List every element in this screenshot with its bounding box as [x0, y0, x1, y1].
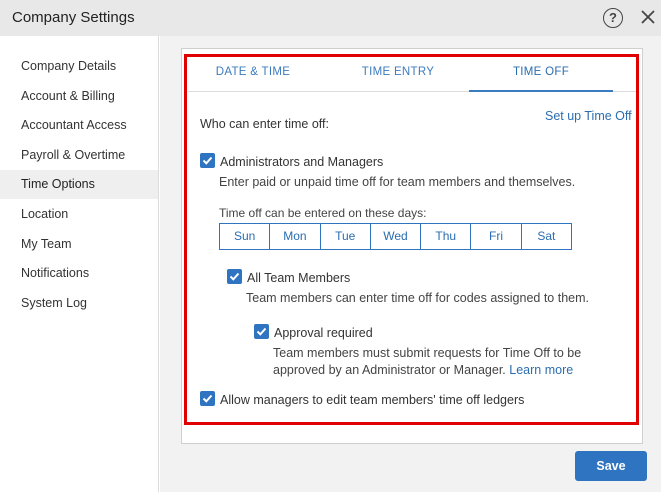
- edit-ledgers-label: Allow managers to edit team members' tim…: [220, 393, 525, 407]
- admins-managers-description: Enter paid or unpaid time off for team m…: [219, 175, 576, 189]
- checkmark-icon: [202, 394, 213, 403]
- approval-description-line1: Team members must submit requests for Ti…: [273, 346, 582, 360]
- all-team-members-label: All Team Members: [247, 271, 351, 285]
- all-team-members-checkbox[interactable]: [227, 269, 242, 284]
- day-tue[interactable]: Tue: [321, 224, 371, 249]
- day-fri[interactable]: Fri: [471, 224, 522, 249]
- window-title: Company Settings: [12, 9, 135, 26]
- sidebar-item-system-log[interactable]: System Log: [0, 289, 158, 318]
- all-team-members-description: Team members can enter time off for code…: [246, 291, 589, 305]
- sidebar-item-my-team[interactable]: My Team: [0, 230, 158, 259]
- day-mon[interactable]: Mon: [270, 224, 321, 249]
- sidebar-item-notifications[interactable]: Notifications: [0, 259, 158, 288]
- tab-bar: DATE & TIME TIME ENTRY TIME OFF: [188, 58, 638, 92]
- approval-required-checkbox[interactable]: [254, 324, 269, 339]
- save-button[interactable]: Save: [575, 451, 647, 481]
- day-wed[interactable]: Wed: [371, 224, 422, 249]
- checkmark-icon: [229, 272, 240, 281]
- checkmark-icon: [256, 327, 267, 336]
- help-icon[interactable]: ?: [603, 8, 623, 28]
- days-selector: Sun Mon Tue Wed Thu Fri Sat: [219, 223, 572, 250]
- sidebar-item-time-options[interactable]: Time Options: [0, 170, 158, 199]
- sidebar-item-account-billing[interactable]: Account & Billing: [0, 82, 158, 111]
- admins-managers-checkbox[interactable]: [200, 153, 215, 168]
- approval-required-label: Approval required: [274, 326, 373, 340]
- approval-description-line2: approved by an Administrator or Manager.…: [273, 363, 574, 377]
- learn-more-link[interactable]: Learn more: [509, 363, 573, 377]
- checkmark-icon: [202, 156, 213, 165]
- days-label: Time off can be entered on these days:: [219, 206, 427, 220]
- tab-date-time[interactable]: DATE & TIME: [188, 58, 318, 92]
- tab-time-entry[interactable]: TIME ENTRY: [333, 58, 463, 92]
- day-thu[interactable]: Thu: [421, 224, 472, 249]
- day-sat[interactable]: Sat: [522, 224, 571, 249]
- sidebar-item-location[interactable]: Location: [0, 200, 158, 229]
- sidebar: Company Details Account & Billing Accoun…: [0, 36, 159, 492]
- sidebar-item-company-details[interactable]: Company Details: [0, 52, 158, 81]
- title-bar: Company Settings ?: [0, 0, 661, 36]
- who-can-enter-label: Who can enter time off:: [200, 117, 329, 131]
- close-icon[interactable]: [638, 7, 658, 27]
- day-sun[interactable]: Sun: [220, 224, 271, 249]
- tab-time-off[interactable]: TIME OFF: [469, 58, 613, 92]
- sidebar-item-payroll-overtime[interactable]: Payroll & Overtime: [0, 141, 158, 170]
- setup-time-off-link[interactable]: Set up Time Off: [545, 109, 632, 123]
- edit-ledgers-checkbox[interactable]: [200, 391, 215, 406]
- sidebar-item-accountant-access[interactable]: Accountant Access: [0, 111, 158, 140]
- admins-managers-label: Administrators and Managers: [220, 155, 384, 169]
